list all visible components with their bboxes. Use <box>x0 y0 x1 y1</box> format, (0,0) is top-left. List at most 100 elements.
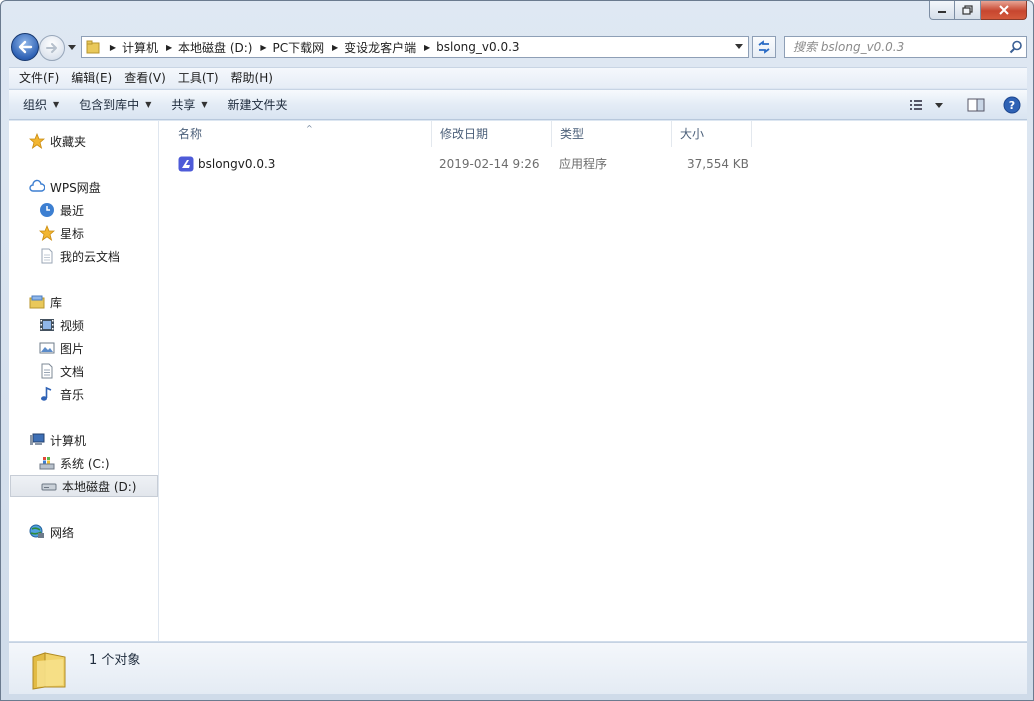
organize-label: 组织 <box>23 98 48 112</box>
column-header: 名称 ^ 修改日期 类型 大小 <box>160 121 1027 147</box>
nav-recent-label: 最近 <box>60 203 85 218</box>
maximize-button[interactable] <box>955 1 981 20</box>
recent-pages-dropdown[interactable] <box>67 43 77 53</box>
breadcrumb-separator-icon[interactable]: ▶ <box>326 43 344 52</box>
file-list-pane: 名称 ^ 修改日期 类型 大小 bslongv0.0.3 2019-02-14 … <box>160 121 1027 641</box>
library-icon <box>29 294 45 310</box>
breadcrumb-separator-icon[interactable]: ▶ <box>104 43 122 52</box>
file-size: 37,554 KB <box>687 157 749 171</box>
cloud-icon <box>29 179 45 195</box>
column-size[interactable]: 大小 <box>672 121 752 147</box>
hard-drive-icon <box>41 478 57 494</box>
file-type: 应用程序 <box>559 157 608 171</box>
breadcrumb-separator-icon[interactable]: ▶ <box>254 43 272 52</box>
document-icon <box>39 363 55 379</box>
arrow-left-icon <box>18 40 33 54</box>
nav-recent[interactable]: 最近 <box>9 199 159 221</box>
breadcrumb-computer[interactable]: 计算机 <box>122 39 160 56</box>
nav-network[interactable]: 网络 <box>9 521 159 543</box>
breadcrumb-drive-d[interactable]: 本地磁盘 (D:) <box>178 39 254 56</box>
item-count: 1 个对象 <box>89 653 141 668</box>
search-input[interactable] <box>785 38 1006 56</box>
nav-pictures[interactable]: 图片 <box>9 337 159 359</box>
breadcrumb-current[interactable]: bslong_v0.0.3 <box>436 40 521 54</box>
breadcrumb-separator-icon[interactable]: ▶ <box>160 43 178 52</box>
details-pane: 1 个对象 <box>9 642 1027 694</box>
nav-documents[interactable]: 文档 <box>9 360 159 382</box>
folder-icon <box>82 37 104 57</box>
breadcrumb-pc-download[interactable]: PC下载网 <box>272 39 326 56</box>
computer-icon <box>29 432 45 448</box>
nav-music[interactable]: 音乐 <box>9 383 159 405</box>
file-name-cell: bslongv0.0.3 <box>178 153 275 175</box>
menu-help[interactable]: 帮助(H) <box>225 68 279 88</box>
nav-favorites-label: 收藏夹 <box>50 134 87 149</box>
nav-starred[interactable]: 星标 <box>9 222 159 244</box>
nav-favorites[interactable]: 收藏夹 <box>9 130 159 152</box>
nav-wps-cloud-label: WPS网盘 <box>50 180 101 195</box>
column-type[interactable]: 类型 <box>552 121 672 147</box>
preview-pane-button[interactable] <box>967 93 985 117</box>
nav-computer[interactable]: 计算机 <box>9 429 159 451</box>
column-date[interactable]: 修改日期 <box>432 121 552 147</box>
nav-drive-d[interactable]: 本地磁盘 (D:) <box>10 475 158 497</box>
address-history-dropdown[interactable] <box>730 37 748 57</box>
picture-icon <box>39 340 55 356</box>
new-folder-button[interactable]: 新建文件夹 <box>220 93 296 117</box>
command-bar-right: ? <box>901 93 1021 117</box>
share-button[interactable]: 共享 ▼ <box>163 93 215 117</box>
include-in-library-label: 包含到库中 <box>79 98 140 112</box>
breadcrumb-client[interactable]: 变设龙客户端 <box>344 39 418 56</box>
nav-videos-label: 视频 <box>60 318 85 333</box>
menu-tools[interactable]: 工具(T) <box>172 68 225 88</box>
application-icon <box>178 156 194 172</box>
explorer-window: ▶ 计算机 ▶ 本地磁盘 (D:) ▶ PC下载网 ▶ 变设龙客户端 ▶ bslong_v… <box>0 0 1034 701</box>
forward-button[interactable] <box>39 35 65 61</box>
star-icon <box>29 133 45 149</box>
breadcrumb-separator-icon[interactable]: ▶ <box>418 43 436 52</box>
nav-libraries[interactable]: 库 <box>9 291 159 313</box>
chevron-down-icon: ▼ <box>201 100 208 109</box>
refresh-button[interactable] <box>752 36 776 58</box>
nav-drive-c[interactable]: 系统 (C:) <box>9 452 159 474</box>
system-drive-icon <box>39 455 55 471</box>
nav-videos[interactable]: 视频 <box>9 314 159 336</box>
film-icon <box>39 317 55 333</box>
folder-icon <box>27 647 71 691</box>
file-row[interactable]: bslongv0.0.3 2019-02-14 9:26 应用程序 37,554… <box>160 153 760 175</box>
nav-my-cloud-docs-label: 我的云文档 <box>60 249 121 264</box>
music-note-icon <box>39 386 55 402</box>
include-in-library-button[interactable]: 包含到库中 ▼ <box>71 93 159 117</box>
nav-pictures-label: 图片 <box>60 341 85 356</box>
chevron-down-icon <box>68 45 76 50</box>
nav-libraries-label: 库 <box>50 295 63 310</box>
help-button[interactable]: ? <box>1003 93 1021 117</box>
sort-ascending-icon: ^ <box>306 124 313 133</box>
minimize-button[interactable] <box>929 1 955 20</box>
file-date: 2019-02-14 9:26 <box>439 157 540 171</box>
clock-icon <box>39 202 55 218</box>
new-folder-label: 新建文件夹 <box>227 98 288 112</box>
chevron-down-icon: ▼ <box>53 100 60 109</box>
organize-button[interactable]: 组织 ▼ <box>15 93 67 117</box>
nav-wps-cloud[interactable]: WPS网盘 <box>9 176 159 198</box>
nav-drive-d-label: 本地磁盘 (D:) <box>62 479 137 494</box>
column-size-label: 大小 <box>680 127 705 141</box>
menu-edit[interactable]: 编辑(E) <box>65 68 118 88</box>
help-icon: ? <box>1003 96 1021 114</box>
close-button[interactable] <box>981 1 1027 20</box>
arrow-right-icon <box>46 43 57 53</box>
column-type-label: 类型 <box>560 127 585 141</box>
back-button[interactable] <box>11 33 39 61</box>
file-name: bslongv0.0.3 <box>198 157 276 171</box>
address-bar[interactable]: ▶ 计算机 ▶ 本地磁盘 (D:) ▶ PC下载网 ▶ 变设龙客户端 ▶ bslong_v… <box>81 36 749 58</box>
search-box[interactable] <box>784 36 1027 58</box>
navigation-pane: 收藏夹 WPS网盘 最近 星标 我的云文档 库 视频 图片 文档 音乐 计算机 … <box>9 121 159 641</box>
minimize-icon <box>938 11 946 13</box>
search-icon[interactable] <box>1006 37 1026 57</box>
menu-file[interactable]: 文件(F) <box>13 68 65 88</box>
menu-view[interactable]: 查看(V) <box>118 68 172 88</box>
change-view-button[interactable] <box>909 93 945 117</box>
column-name[interactable]: 名称 ^ <box>170 121 432 147</box>
nav-my-cloud-docs[interactable]: 我的云文档 <box>9 245 159 267</box>
